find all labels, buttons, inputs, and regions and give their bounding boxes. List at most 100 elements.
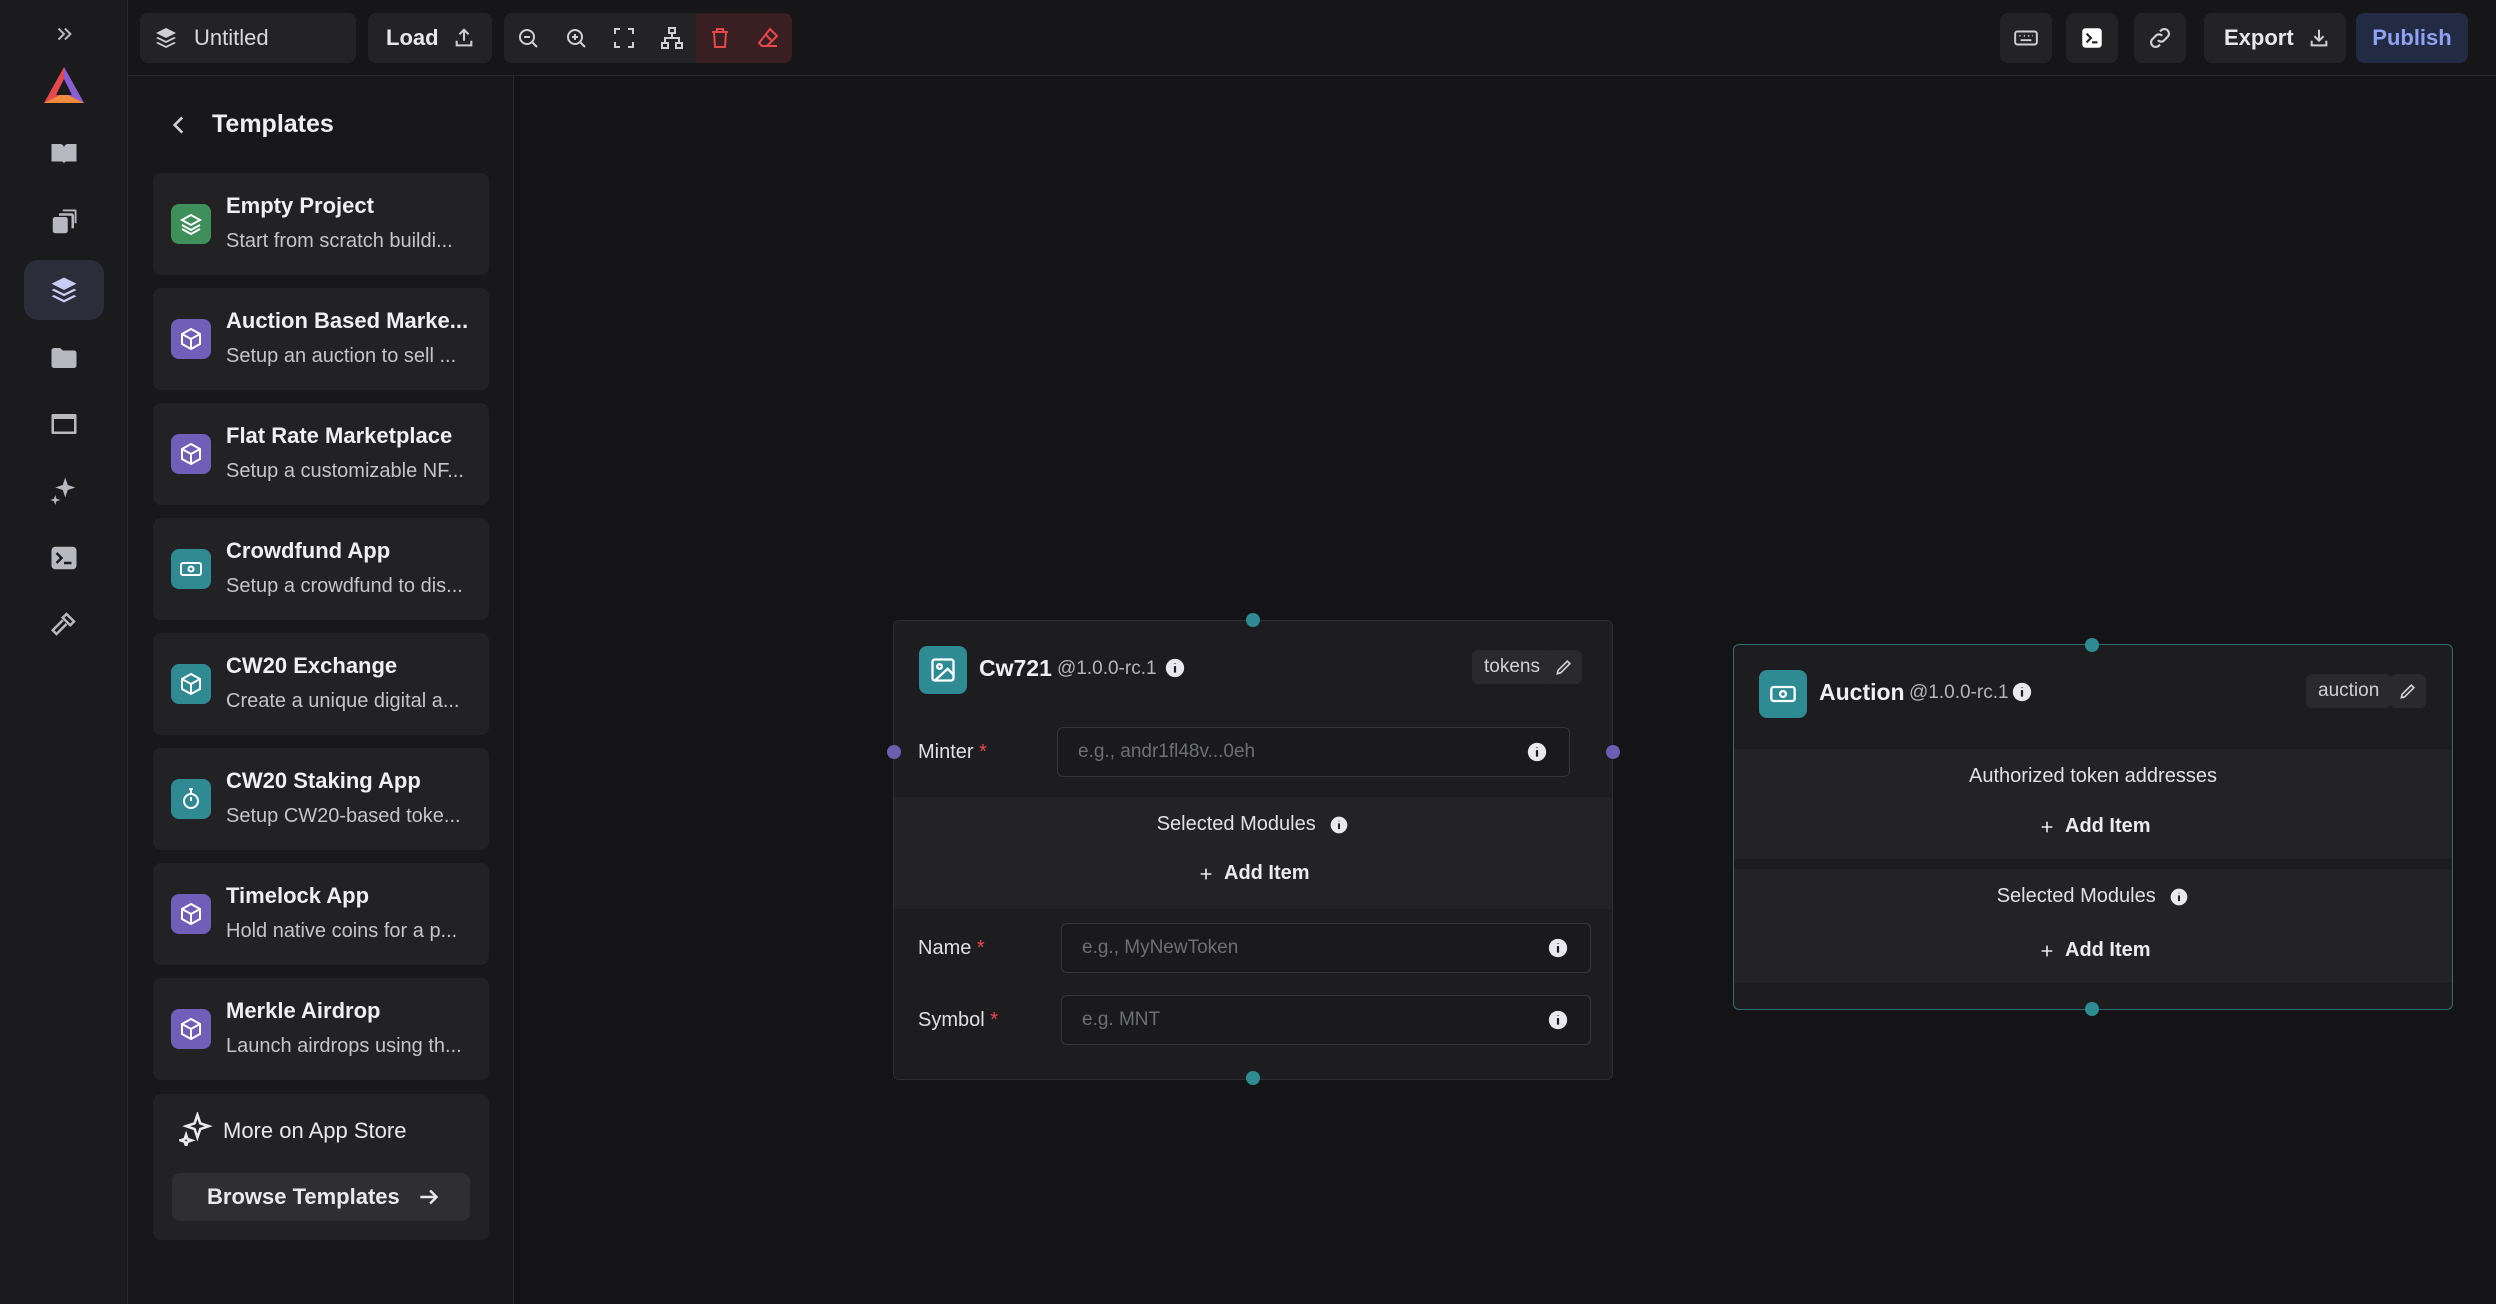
template-description: Setup a crowdfund to dis... <box>226 575 463 597</box>
auction-top-handle[interactable] <box>2085 638 2099 652</box>
template-description: Setup an auction to sell ... <box>226 345 457 367</box>
symbol-label: Symbol * <box>918 1009 999 1031</box>
edit-id-button[interactable] <box>1546 650 1582 684</box>
banknote-icon <box>171 549 211 589</box>
browse-templates-button[interactable]: Browse Templates <box>172 1173 470 1221</box>
terminal-button[interactable] <box>2066 13 2118 63</box>
template-card[interactable]: Empty Project Start from scratch buildi.… <box>153 173 489 275</box>
add-module-button[interactable]: Add Item <box>2039 939 2151 962</box>
trash-icon <box>708 26 732 50</box>
cube-icon <box>171 1009 211 1049</box>
node-version: @1.0.0-rc.1 <box>1057 658 1157 679</box>
delete-button[interactable] <box>696 13 744 63</box>
add-token-button[interactable]: Add Item <box>2039 815 2151 838</box>
image-icon <box>919 646 967 694</box>
zoom-in-button[interactable] <box>552 13 600 63</box>
sparkle-icon <box>179 1112 213 1146</box>
zoom-in-icon <box>564 26 588 50</box>
publish-label: Publish <box>2372 25 2452 50</box>
cw721-bottom-handle[interactable] <box>1246 1071 1260 1085</box>
add-module-button[interactable]: Add Item <box>1198 862 1310 885</box>
edit-id-button[interactable] <box>2390 674 2426 708</box>
template-card[interactable]: CW20 Exchange Create a unique digital a.… <box>153 633 489 735</box>
modules-label: Selected Modules <box>894 813 1612 836</box>
share-link-button[interactable] <box>2134 13 2186 63</box>
info-icon[interactable] <box>2011 681 2033 703</box>
rail-templates-button[interactable] <box>24 260 104 320</box>
selected-modules-section: Selected Modules Add Item <box>1734 869 2452 983</box>
rail-gallery-button[interactable] <box>24 192 104 252</box>
template-card[interactable]: Merkle Airdrop Launch airdrops using th.… <box>153 978 489 1080</box>
expand-sidebar-button[interactable] <box>24 6 104 62</box>
cube-icon <box>171 319 211 359</box>
clear-canvas-button[interactable] <box>744 13 792 63</box>
pencil-icon <box>2398 681 2418 701</box>
zoom-out-button[interactable] <box>504 13 552 63</box>
keyboard-shortcuts-button[interactable] <box>2000 13 2052 63</box>
info-icon[interactable] <box>1526 741 1548 763</box>
node-title: Cw721 <box>979 655 1052 681</box>
template-card[interactable]: Auction Based Marke... Setup an auction … <box>153 288 489 390</box>
template-card[interactable]: Crowdfund App Setup a crowdfund to dis..… <box>153 518 489 620</box>
minter-label: Minter * <box>918 741 987 763</box>
template-description: Setup a customizable NF... <box>226 460 464 482</box>
template-title: CW20 Exchange <box>226 653 398 678</box>
template-title: Flat Rate Marketplace <box>226 423 453 448</box>
template-description: Start from scratch buildi... <box>226 230 453 252</box>
name-label: Name * <box>918 937 985 959</box>
node-title: Auction <box>1819 679 1905 705</box>
template-title: Auction Based Marke... <box>226 308 469 333</box>
cards-icon <box>49 207 79 237</box>
rail-sparkle-button[interactable] <box>24 460 104 520</box>
pencil-icon <box>1554 657 1574 677</box>
rail-files-button[interactable] <box>24 328 104 388</box>
name-input[interactable] <box>1061 923 1591 973</box>
fullscreen-icon <box>612 26 636 50</box>
hammer-icon <box>49 609 79 639</box>
template-card[interactable]: CW20 Staking App Setup CW20-based toke..… <box>153 748 489 850</box>
template-card[interactable]: Timelock App Hold native coins for a p..… <box>153 863 489 965</box>
auto-layout-button[interactable] <box>648 13 696 63</box>
info-icon[interactable] <box>1329 815 1349 835</box>
auction-bottom-handle[interactable] <box>2085 1002 2099 1016</box>
cw721-left-handle[interactable] <box>887 745 901 759</box>
load-button[interactable]: Load <box>368 13 492 63</box>
cw721-node[interactable]: Cw721 @1.0.0-rc.1 tokens Minter * Select… <box>893 620 1613 1080</box>
layers-icon <box>154 26 178 50</box>
layers-icon <box>171 204 211 244</box>
cube-icon <box>171 434 211 474</box>
plus-icon <box>2039 819 2055 835</box>
back-button[interactable] <box>166 112 192 138</box>
browse-templates-label: Browse Templates <box>207 1184 400 1209</box>
authorized-tokens-section: Authorized token addresses Add Item <box>1734 749 2452 859</box>
rail-tools-button[interactable] <box>24 594 104 654</box>
panel-title: Templates <box>212 110 334 138</box>
hierarchy-icon <box>660 26 684 50</box>
template-card[interactable]: Flat Rate Marketplace Setup a customizab… <box>153 403 489 505</box>
cw721-right-handle[interactable] <box>1606 745 1620 759</box>
rail-terminal-button[interactable] <box>24 528 104 588</box>
info-icon[interactable] <box>1164 657 1186 679</box>
symbol-input[interactable] <box>1061 995 1591 1045</box>
template-description: Hold native coins for a p... <box>226 920 458 942</box>
publish-button[interactable]: Publish <box>2356 13 2468 63</box>
terminal-icon <box>2079 25 2105 51</box>
minter-input[interactable] <box>1057 727 1570 777</box>
info-icon[interactable] <box>1547 937 1569 959</box>
export-button[interactable]: Export <box>2204 13 2346 63</box>
auction-node[interactable]: Auction @1.0.0-rc.1 auction Authorized t… <box>1733 644 2453 1010</box>
rail-embeddables-button[interactable] <box>24 394 104 454</box>
upload-icon <box>453 27 475 49</box>
rail-docs-button[interactable] <box>24 124 104 184</box>
project-title-field[interactable]: Untitled <box>140 13 356 63</box>
fit-view-button[interactable] <box>600 13 648 63</box>
info-icon[interactable] <box>2169 887 2189 907</box>
app-logo[interactable] <box>24 56 104 116</box>
chevrons-right-icon <box>53 23 75 45</box>
template-title: Merkle Airdrop <box>226 998 381 1023</box>
link-icon <box>2147 25 2173 51</box>
cw721-top-handle[interactable] <box>1246 613 1260 627</box>
info-icon[interactable] <box>1547 1009 1569 1031</box>
project-title: Untitled <box>194 25 269 50</box>
template-description: Create a unique digital a... <box>226 690 460 712</box>
